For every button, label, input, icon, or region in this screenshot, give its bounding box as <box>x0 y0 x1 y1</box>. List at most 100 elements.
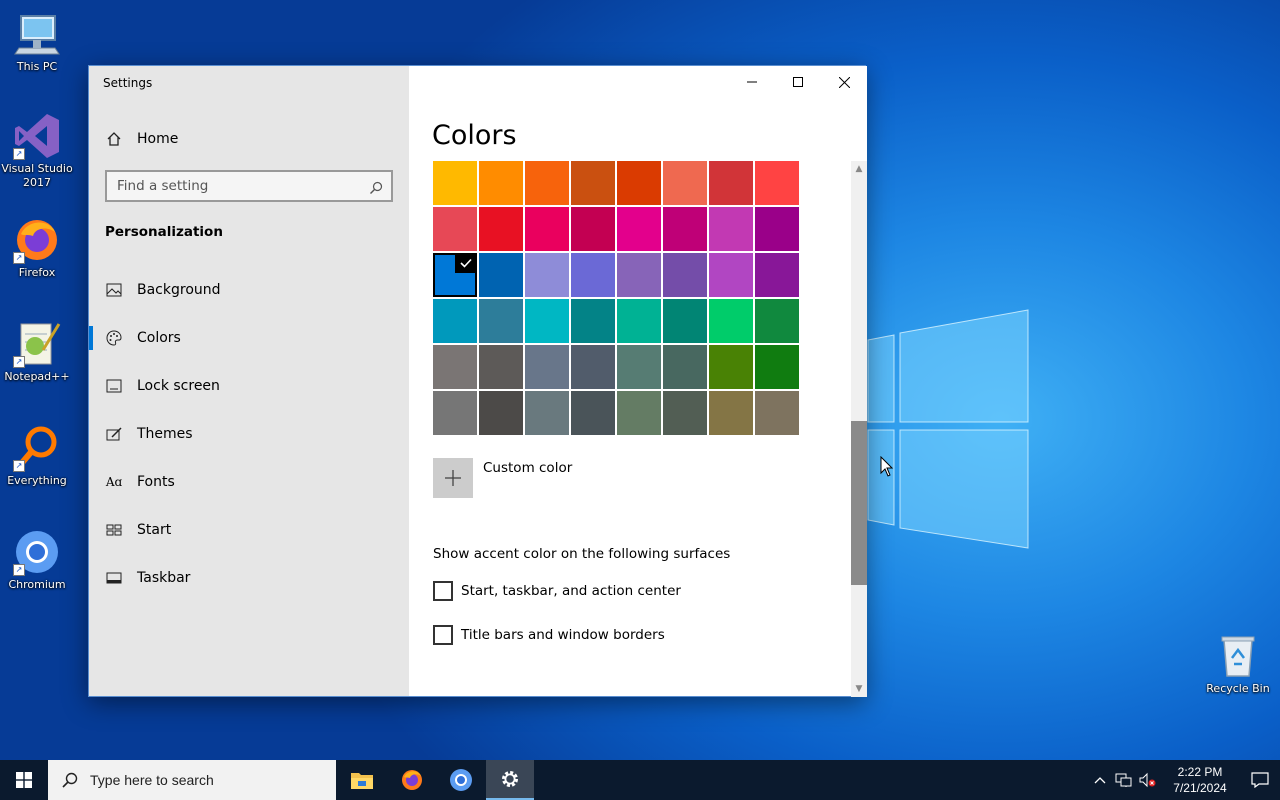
accent-color-swatch[interactable] <box>433 207 477 251</box>
shortcut-arrow-icon: ↗ <box>13 564 25 576</box>
accent-color-swatch[interactable] <box>479 391 523 435</box>
accent-color-swatch[interactable] <box>479 345 523 389</box>
sidebar-item-background[interactable]: Background <box>89 266 409 314</box>
accent-color-swatch[interactable] <box>433 391 477 435</box>
accent-color-swatch[interactable] <box>525 207 569 251</box>
accent-color-swatch[interactable] <box>525 345 569 389</box>
sidebar-item-lock-screen[interactable]: Lock screen <box>89 362 409 410</box>
checkbox-label: Title bars and window borders <box>461 627 665 643</box>
chromium-icon: ↗ <box>13 528 61 576</box>
volume-muted-icon[interactable] <box>1136 760 1160 800</box>
accent-color-swatch[interactable] <box>571 253 615 297</box>
desktop-icon-visual-studio[interactable]: ↗ Visual Studio 2017 <box>0 112 75 190</box>
accent-color-swatch[interactable] <box>663 161 707 205</box>
windows-start-icon <box>16 772 32 788</box>
accent-color-swatch[interactable] <box>571 299 615 343</box>
taskbar-clock[interactable]: 2:22 PM 7/21/2024 <box>1160 764 1240 796</box>
shortcut-arrow-icon: ↗ <box>13 356 25 368</box>
taskbar-search-box[interactable]: Type here to search <box>48 760 336 800</box>
taskbar-app-file-explorer[interactable] <box>338 760 386 800</box>
scroll-down-icon[interactable]: ▼ <box>851 681 867 697</box>
scroll-thumb[interactable] <box>851 421 867 585</box>
sidebar-item-label: Lock screen <box>137 378 220 394</box>
desktop-icon-this-pc[interactable]: This PC <box>0 10 75 74</box>
accent-color-swatch[interactable] <box>617 207 661 251</box>
sidebar-item-taskbar[interactable]: Taskbar <box>89 554 409 602</box>
accent-color-swatch[interactable] <box>709 161 753 205</box>
accent-color-swatch[interactable] <box>433 161 477 205</box>
accent-color-swatch[interactable] <box>709 253 753 297</box>
accent-color-swatch[interactable] <box>755 345 799 389</box>
title-bars-checkbox-row[interactable]: Title bars and window borders <box>433 625 665 645</box>
desktop-icon-firefox[interactable]: ↗ Firefox <box>0 216 75 280</box>
minimize-button[interactable] <box>729 66 775 98</box>
desktop-icon-everything[interactable]: ↗ Everything <box>0 424 75 488</box>
taskbar-app-firefox[interactable] <box>388 760 436 800</box>
custom-color-button[interactable]: Custom color <box>433 458 572 498</box>
accent-color-swatch[interactable] <box>479 207 523 251</box>
sidebar-item-start[interactable]: Start <box>89 506 409 554</box>
taskbar-app-settings[interactable] <box>486 760 534 800</box>
accent-color-swatch[interactable] <box>755 161 799 205</box>
accent-color-swatch[interactable] <box>617 391 661 435</box>
find-setting-search-box[interactable]: Find a setting <box>105 170 393 202</box>
sidebar-item-colors[interactable]: Colors <box>89 314 409 362</box>
accent-color-swatch[interactable] <box>525 299 569 343</box>
plus-icon <box>433 458 473 498</box>
accent-color-swatch[interactable] <box>709 345 753 389</box>
sidebar-item-themes[interactable]: Themes <box>89 410 409 458</box>
title-bars-checkbox[interactable] <box>433 625 453 645</box>
firefox-icon <box>402 770 422 790</box>
accent-color-swatch[interactable] <box>479 253 523 297</box>
desktop-icon-label: Visual Studio 2017 <box>1 162 73 189</box>
close-icon <box>838 76 850 88</box>
vertical-scrollbar[interactable]: ▲ ▼ <box>851 161 867 697</box>
accent-color-swatch[interactable] <box>755 253 799 297</box>
accent-color-swatch[interactable] <box>617 299 661 343</box>
accent-color-swatch[interactable] <box>479 161 523 205</box>
taskbar-app-chromium[interactable] <box>437 760 485 800</box>
accent-color-swatch[interactable] <box>525 253 569 297</box>
desktop-icon-chromium[interactable]: ↗ Chromium <box>0 528 75 592</box>
accent-color-swatch[interactable] <box>755 207 799 251</box>
home-nav-item[interactable]: Home <box>105 130 178 148</box>
start-taskbar-checkbox[interactable] <box>433 581 453 601</box>
start-button[interactable] <box>0 760 48 800</box>
accent-color-swatch[interactable] <box>755 299 799 343</box>
accent-color-swatch[interactable] <box>663 345 707 389</box>
accent-color-swatch[interactable] <box>433 253 477 297</box>
accent-color-swatch[interactable] <box>433 345 477 389</box>
accent-color-swatch[interactable] <box>755 391 799 435</box>
accent-surfaces-heading: Show accent color on the following surfa… <box>433 546 731 562</box>
show-hidden-icons-chevron-icon[interactable] <box>1088 760 1112 800</box>
accent-color-swatch[interactable] <box>617 253 661 297</box>
accent-color-swatch[interactable] <box>571 207 615 251</box>
desktop-icon-notepad-plus-plus[interactable]: ↗ Notepad++ <box>0 320 75 384</box>
accent-color-swatch[interactable] <box>571 345 615 389</box>
accent-color-swatch[interactable] <box>663 207 707 251</box>
accent-color-swatch[interactable] <box>479 299 523 343</box>
scroll-up-icon[interactable]: ▲ <box>851 161 867 177</box>
sidebar-item-label: Background <box>137 282 221 298</box>
start-taskbar-action-center-checkbox-row[interactable]: Start, taskbar, and action center <box>433 581 681 601</box>
accent-color-swatch[interactable] <box>663 253 707 297</box>
accent-color-swatch[interactable] <box>617 345 661 389</box>
action-center-icon[interactable] <box>1240 760 1280 800</box>
accent-color-swatch[interactable] <box>571 391 615 435</box>
accent-color-swatch[interactable] <box>617 161 661 205</box>
accent-color-swatch[interactable] <box>571 161 615 205</box>
accent-color-swatch[interactable] <box>433 299 477 343</box>
accent-color-swatch[interactable] <box>663 299 707 343</box>
network-icon[interactable] <box>1112 760 1136 800</box>
sidebar-item-label: Taskbar <box>137 570 191 586</box>
close-button[interactable] <box>821 66 867 98</box>
desktop-icon-recycle-bin[interactable]: Recycle Bin <box>1198 632 1278 696</box>
accent-color-swatch[interactable] <box>709 207 753 251</box>
accent-color-swatch[interactable] <box>709 299 753 343</box>
accent-color-swatch[interactable] <box>663 391 707 435</box>
accent-color-swatch[interactable] <box>709 391 753 435</box>
maximize-button[interactable] <box>775 66 821 98</box>
sidebar-item-fonts[interactable]: Aɑ Fonts <box>89 458 409 506</box>
accent-color-swatch[interactable] <box>525 391 569 435</box>
accent-color-swatch[interactable] <box>525 161 569 205</box>
